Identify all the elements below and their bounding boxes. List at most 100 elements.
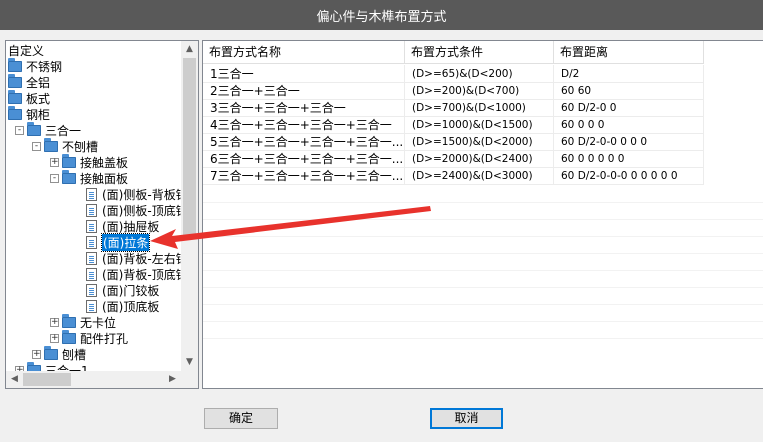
tree-item-label: (面)顶底板 [102,299,160,314]
collapse-icon[interactable]: - [32,141,41,151]
tree-item[interactable]: (面)门铰板 [86,282,159,298]
tree-item[interactable]: (面)背板-左右铰 [86,250,188,266]
tree-item[interactable]: (面)侧板-顶底铰 [86,202,188,218]
cell-name[interactable]: 7三合一+三合一+三合一+三合一... [203,167,405,185]
cell-condition[interactable]: (D>=200)&(D<700) [405,82,554,100]
tree-item-label: 接触盖板 [80,155,129,170]
tree-item-label: 不锈钢 [26,59,63,74]
folder-icon [8,105,22,120]
window-title: 偏心件与木榫布置方式 [316,9,447,25]
document-icon [86,267,97,281]
cell-name[interactable]: 6三合一+三合一+三合一+三合一... [203,150,405,168]
tree-item-label: (面)背板-顶底铰 [102,267,188,282]
tree-item-label: (面)门铰板 [102,283,160,298]
tree-item[interactable]: (面)拉条 [86,232,151,252]
expand-icon[interactable]: + [32,349,41,359]
tree-item[interactable]: - 不刨槽 [32,137,99,154]
grid-header: 布置方式名称 布置方式条件 布置距离 [203,41,704,64]
tree-item[interactable]: (面)顶底板 [86,298,159,314]
tree-item-label: 刨槽 [62,347,87,362]
tree-item[interactable]: + 无卡位 [50,313,117,330]
expand-icon[interactable]: + [50,157,59,167]
category-tree[interactable]: 自定义 不锈钢 全铝 板式 钢柜 - 三合一 - 不刨槽 + 接触盖板 - 接触面板 (面)侧板-背板铰(… [5,40,199,389]
table-row[interactable]: 4三合一+三合一+三合一+三合一 (D>=1000)&(D<1500) 60 0 0… [203,116,704,134]
tree-item[interactable]: - 三合一 [15,121,82,138]
cell-distance[interactable]: 60 0 0 0 [554,116,704,134]
table-row[interactable]: 6三合一+三合一+三合一+三合一... (D>=2000)&(D<2400) 60 … [203,150,704,168]
table-row[interactable]: 7三合一+三合一+三合一+三合一... (D>=2400)&(D<3000) 60 … [203,167,704,185]
cell-name[interactable]: 1三合一 [203,65,405,83]
scroll-up-arrow-icon[interactable]: ▲ [181,41,198,58]
table-row[interactable]: 1三合一 (D>=65)&(D<200) D/2 [203,65,704,83]
column-header-distance[interactable]: 布置距离 [554,41,704,63]
tree-item-label: 三合一 [45,123,82,138]
tree-item[interactable]: 不锈钢 [8,57,63,74]
column-header-name[interactable]: 布置方式名称 [203,41,405,63]
tree-horizontal-scrollbar[interactable]: ◀ ▶ [6,371,198,388]
collapse-icon[interactable]: - [50,173,59,183]
cell-condition[interactable]: (D>=65)&(D<200) [405,65,554,83]
folder-icon [8,57,22,72]
tree-item[interactable]: (面)抽屉板 [86,218,159,234]
cell-name[interactable]: 2三合一+三合一 [203,82,405,100]
tree-hscroll-thumb[interactable] [23,373,71,386]
tree-item[interactable]: 全铝 [8,73,51,90]
expand-icon[interactable]: + [50,333,59,343]
scroll-right-arrow-icon[interactable]: ▶ [164,371,181,388]
scroll-left-arrow-icon[interactable]: ◀ [6,371,23,388]
cell-distance[interactable]: 60 D/2-0-0 0 0 0 [554,133,704,151]
tree-item[interactable]: (面)背板-顶底铰 [86,266,188,282]
cell-condition[interactable]: (D>=700)&(D<1000) [405,99,554,117]
folder-icon [62,329,76,344]
document-icon [86,283,97,297]
tree-item-label: 钢柜 [26,107,51,122]
window-title-bar: 偏心件与木榫布置方式 [0,0,763,30]
document-icon [86,251,97,265]
document-icon [86,235,97,249]
cell-condition[interactable]: (D>=1500)&(D<2000) [405,133,554,151]
layout-rules-grid[interactable]: 布置方式名称 布置方式条件 布置距离 1三合一 (D>=65)&(D<200) D/… [202,40,763,389]
cell-distance[interactable]: D/2 [554,65,704,83]
tree-vertical-scrollbar[interactable]: ▲ ▼ [181,41,198,388]
cell-name[interactable]: 4三合一+三合一+三合一+三合一 [203,116,405,134]
tree-item[interactable]: (面)侧板-背板铰 [86,186,188,202]
cell-name[interactable]: 5三合一+三合一+三合一+三合一... [203,133,405,151]
tree-item-label: 全铝 [26,75,51,90]
table-row[interactable]: 3三合一+三合一+三合一 (D>=700)&(D<1000) 60 D/2-0 0 [203,99,704,117]
document-icon [86,187,97,201]
tree-item-label: 接触面板 [80,171,129,186]
cell-condition[interactable]: (D>=2000)&(D<2400) [405,150,554,168]
scroll-down-arrow-icon[interactable]: ▼ [181,354,198,371]
tree-item-label: 不刨槽 [62,139,99,154]
folder-icon [62,313,76,328]
tree-scroll-thumb[interactable] [183,58,196,236]
expand-icon[interactable]: + [50,317,59,327]
folder-icon [62,169,76,184]
cell-condition[interactable]: (D>=1000)&(D<1500) [405,116,554,134]
tree-item[interactable]: - 接触面板 [50,169,129,186]
tree-item[interactable]: + 配件打孔 [50,329,129,346]
cell-distance[interactable]: 60 0 0 0 0 0 [554,150,704,168]
cell-name[interactable]: 3三合一+三合一+三合一 [203,99,405,117]
tree-item-label: 无卡位 [80,315,117,330]
table-row[interactable]: 5三合一+三合一+三合一+三合一... (D>=1500)&(D<2000) 60 … [203,133,704,151]
tree-item[interactable]: 自定义 [8,42,44,58]
cell-distance[interactable]: 60 60 [554,82,704,100]
folder-icon [44,345,58,360]
cancel-button[interactable]: 取消 [430,408,503,429]
table-row[interactable]: 2三合一+三合一 (D>=200)&(D<700) 60 60 [203,82,704,100]
tree-item[interactable]: + 接触盖板 [50,153,129,170]
tree-item-label: 自定义 [8,43,45,58]
tree-item[interactable]: 板式 [8,89,50,106]
tree-item[interactable]: 钢柜 [8,105,51,122]
ok-button[interactable]: 确定 [204,408,278,429]
collapse-icon[interactable]: - [15,125,24,135]
cell-condition[interactable]: (D>=2400)&(D<3000) [405,167,554,185]
folder-icon [8,89,22,104]
tree-item-label: 配件打孔 [80,331,129,346]
document-icon [86,219,97,233]
cell-distance[interactable]: 60 D/2-0-0-0 0 0 0 0 0 [554,167,704,185]
tree-item[interactable]: + 刨槽 [32,345,87,362]
cell-distance[interactable]: 60 D/2-0 0 [554,99,704,117]
column-header-condition[interactable]: 布置方式条件 [405,41,554,63]
